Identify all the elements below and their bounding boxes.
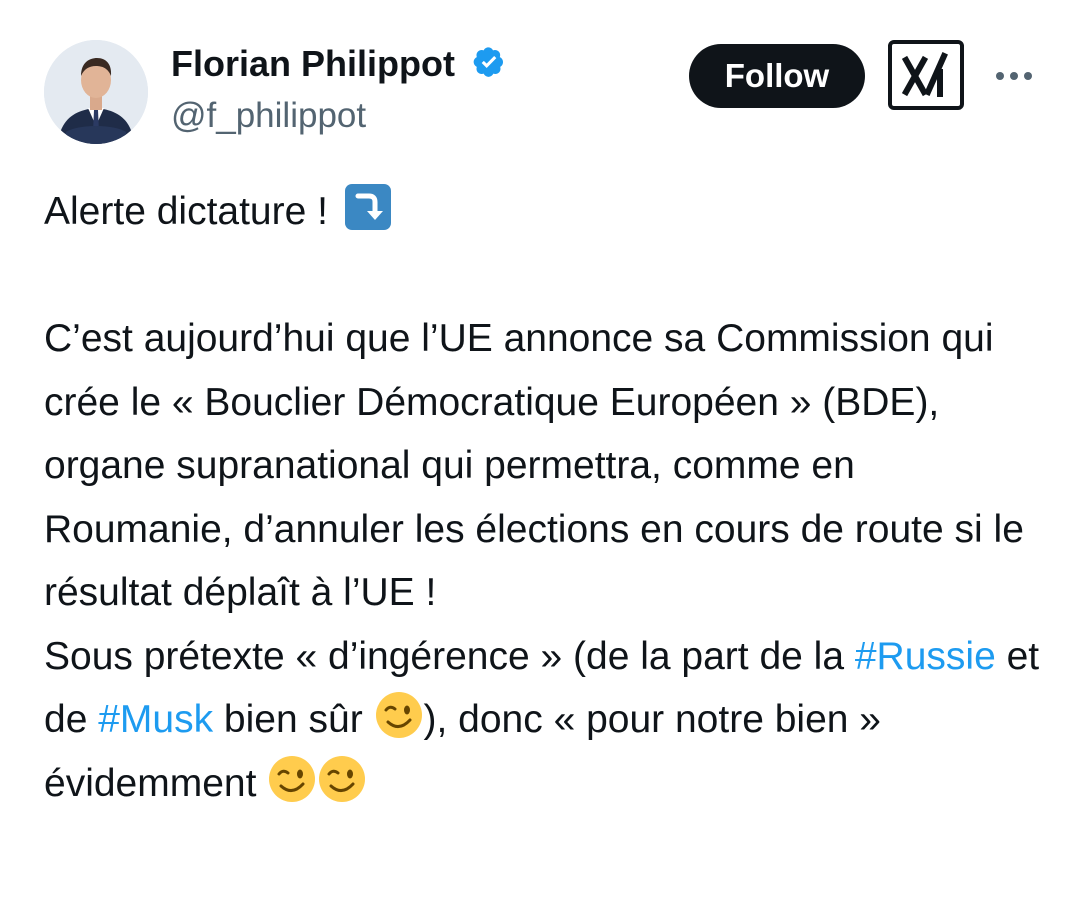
arrow-down-right-emoji-icon bbox=[343, 182, 393, 232]
grok-icon bbox=[901, 52, 948, 97]
tweet-intro-text: Alerte dictature ! bbox=[44, 190, 328, 233]
winking-face-emoji-icon bbox=[317, 754, 367, 804]
author-handle[interactable]: @f_philippot bbox=[171, 94, 509, 138]
winking-face-emoji-icon bbox=[267, 754, 317, 804]
avatar[interactable] bbox=[44, 40, 148, 144]
author-info: Florian Philippot @f_philippot bbox=[171, 40, 509, 138]
more-options-button[interactable] bbox=[992, 56, 1036, 96]
tweet-text: Alerte dictature ! C’est aujourd’hui que… bbox=[44, 180, 1044, 815]
hashtag-russie-link[interactable]: #Russie bbox=[855, 635, 996, 678]
tweet-header: Florian Philippot @f_philippot Follow bbox=[0, 0, 1080, 160]
tweet-text-segment: bien sûr bbox=[213, 698, 374, 741]
follow-button[interactable]: Follow bbox=[689, 44, 865, 108]
tweet-line-1: Alerte dictature ! bbox=[44, 180, 1044, 244]
tweet-paragraph-2: C’est aujourd’hui que l’UE annonce sa Co… bbox=[44, 317, 1024, 614]
display-name[interactable]: Florian Philippot bbox=[171, 40, 455, 88]
tweet-paragraph-3: Sous prétexte « d’ingérence » (de la par… bbox=[44, 625, 1044, 816]
winking-face-emoji-icon bbox=[374, 690, 424, 740]
grok-button[interactable] bbox=[888, 40, 964, 110]
verified-badge-icon[interactable] bbox=[469, 42, 509, 82]
more-options-icon bbox=[996, 72, 1032, 80]
tweet-text-segment: Sous prétexte « d’ingérence » (de la par… bbox=[44, 634, 855, 678]
hashtag-musk-link[interactable]: #Musk bbox=[98, 698, 213, 741]
